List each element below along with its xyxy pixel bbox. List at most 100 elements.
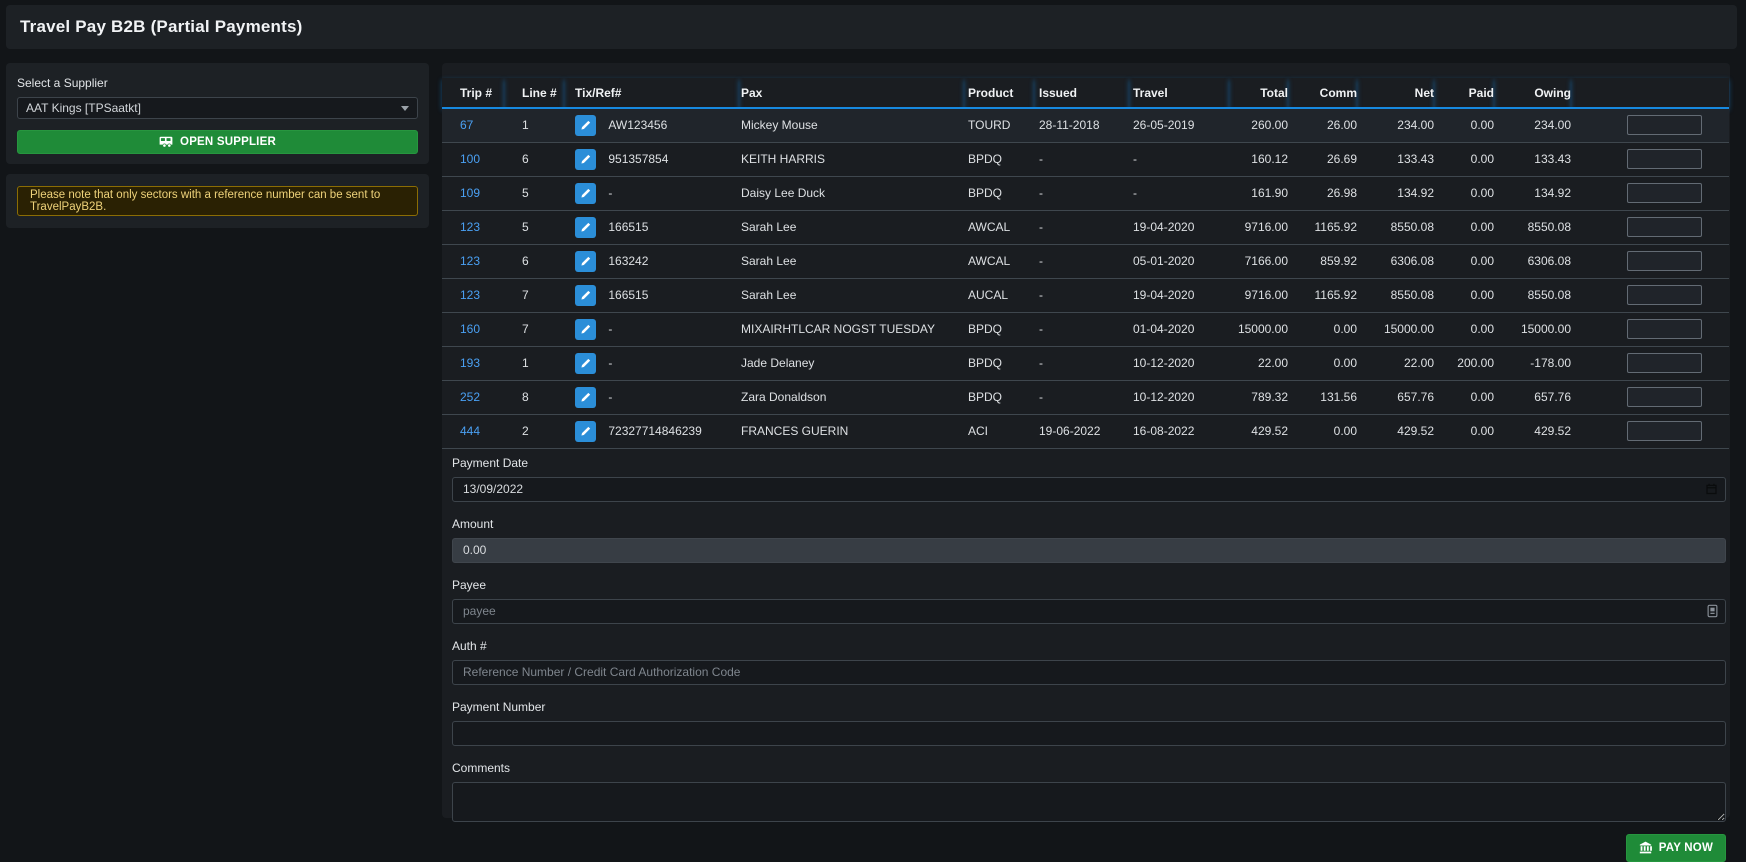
payment-number-input[interactable] <box>452 721 1726 746</box>
cell-pax: Zara Donaldson <box>739 380 964 414</box>
payment-date-input[interactable] <box>452 477 1726 502</box>
cell-total: 789.32 <box>1229 380 1288 414</box>
edit-ref-button[interactable] <box>575 285 596 306</box>
ref-number: 166515 <box>608 288 648 302</box>
cell-total: 429.52 <box>1229 414 1288 448</box>
supplier-select[interactable]: AAT Kings [TPSaatkt] <box>17 97 418 119</box>
col-header-travel: Travel <box>1129 78 1229 108</box>
cell-comm: 0.00 <box>1288 312 1357 346</box>
partial-amount-input[interactable] <box>1627 149 1702 169</box>
cell-net: 429.52 <box>1357 414 1434 448</box>
partial-amount-input[interactable] <box>1627 421 1702 441</box>
payee-input[interactable] <box>452 599 1726 624</box>
edit-ref-button[interactable] <box>575 217 596 238</box>
cell-comm: 0.00 <box>1288 414 1357 448</box>
edit-ref-button[interactable] <box>575 421 596 442</box>
partial-amount-input[interactable] <box>1627 115 1702 135</box>
edit-ref-button[interactable] <box>575 115 596 136</box>
table-row: 123 6 163242 Sarah Lee AWCAL - 05-01-202… <box>442 244 1729 278</box>
ref-number: 72327714846239 <box>608 424 701 438</box>
cell-owing: -178.00 <box>1494 346 1571 380</box>
cell-owing: 8550.08 <box>1494 278 1571 312</box>
cell-net: 657.76 <box>1357 380 1434 414</box>
trip-link[interactable]: 193 <box>460 356 480 370</box>
partial-amount-input[interactable] <box>1627 285 1702 305</box>
app-header: Travel Pay B2B (Partial Payments) <box>6 5 1737 49</box>
partial-amount-input[interactable] <box>1627 353 1702 373</box>
cell-issued: - <box>1034 176 1129 210</box>
cell-trip: 100 <box>442 142 504 176</box>
partial-amount-input[interactable] <box>1627 183 1702 203</box>
cell-tix: - <box>564 380 739 414</box>
cell-product: AUCAL <box>964 278 1034 312</box>
edit-ref-button[interactable] <box>575 149 596 170</box>
trip-link[interactable]: 109 <box>460 186 480 200</box>
partial-amount-input[interactable] <box>1627 251 1702 271</box>
pay-now-button[interactable]: PAY NOW <box>1626 834 1726 862</box>
cell-issued: - <box>1034 380 1129 414</box>
partial-amount-input[interactable] <box>1627 319 1702 339</box>
cell-tix: - <box>564 176 739 210</box>
partial-amount-input[interactable] <box>1627 217 1702 237</box>
table-row: 100 6 951357854 KEITH HARRIS BPDQ - - 16… <box>442 142 1729 176</box>
trip-link[interactable]: 444 <box>460 424 480 438</box>
table-body: 67 1 AW123456 Mickey Mouse TOURD 28-11-2… <box>442 108 1729 448</box>
calendar-icon[interactable] <box>1705 482 1718 496</box>
amount-label: Amount <box>452 517 1726 531</box>
trip-link[interactable]: 160 <box>460 322 480 336</box>
col-header-partial <box>1571 78 1729 108</box>
cell-product: BPDQ <box>964 312 1034 346</box>
edit-ref-button[interactable] <box>575 353 596 374</box>
cell-owing: 6306.08 <box>1494 244 1571 278</box>
edit-ref-button[interactable] <box>575 387 596 408</box>
cell-issued: - <box>1034 312 1129 346</box>
cell-paid: 0.00 <box>1434 380 1494 414</box>
edit-ref-button[interactable] <box>575 319 596 340</box>
trip-link[interactable]: 67 <box>460 118 473 132</box>
cell-product: ACI <box>964 414 1034 448</box>
open-supplier-button[interactable]: OPEN SUPPLIER <box>17 130 418 154</box>
cell-pax: Sarah Lee <box>739 278 964 312</box>
partial-amount-input[interactable] <box>1627 387 1702 407</box>
trip-link[interactable]: 100 <box>460 152 480 166</box>
trip-link[interactable]: 252 <box>460 390 480 404</box>
cell-owing: 234.00 <box>1494 108 1571 142</box>
warning-text: Please note that only sectors with a ref… <box>30 189 405 213</box>
cell-line: 1 <box>504 108 564 142</box>
trip-link[interactable]: 123 <box>460 288 480 302</box>
cell-line: 2 <box>504 414 564 448</box>
edit-ref-button[interactable] <box>575 183 596 204</box>
cell-paid: 0.00 <box>1434 108 1494 142</box>
trip-link[interactable]: 123 <box>460 254 480 268</box>
cell-tix: 166515 <box>564 278 739 312</box>
cell-comm: 859.92 <box>1288 244 1357 278</box>
cell-issued: - <box>1034 346 1129 380</box>
pencil-icon <box>580 222 591 233</box>
cell-issued: - <box>1034 278 1129 312</box>
trip-link[interactable]: 123 <box>460 220 480 234</box>
cell-owing: 429.52 <box>1494 414 1571 448</box>
cell-pax: Sarah Lee <box>739 244 964 278</box>
amount-input[interactable] <box>452 538 1726 563</box>
col-header-total: Total <box>1229 78 1288 108</box>
pencil-icon <box>580 358 591 369</box>
pencil-icon <box>580 426 591 437</box>
col-header-trip: Trip # <box>442 78 504 108</box>
auth-input[interactable] <box>452 660 1726 685</box>
cell-product: AWCAL <box>964 244 1034 278</box>
cell-trip: 160 <box>442 312 504 346</box>
col-header-issued: Issued <box>1034 78 1129 108</box>
comments-textarea[interactable] <box>452 782 1726 822</box>
cell-travel: 26-05-2019 <box>1129 108 1229 142</box>
note-card: Please note that only sectors with a ref… <box>6 174 429 228</box>
cell-travel: 19-04-2020 <box>1129 210 1229 244</box>
edit-ref-button[interactable] <box>575 251 596 272</box>
cell-travel: 10-12-2020 <box>1129 380 1229 414</box>
cell-tix: 951357854 <box>564 142 739 176</box>
col-header-product: Product <box>964 78 1034 108</box>
cell-net: 8550.08 <box>1357 278 1434 312</box>
ref-number: 951357854 <box>608 152 668 166</box>
supplier-card: Select a Supplier AAT Kings [TPSaatkt] O… <box>6 63 429 164</box>
table-row: 67 1 AW123456 Mickey Mouse TOURD 28-11-2… <box>442 108 1729 142</box>
sectors-table: Trip # Line # Tix/Ref# Pax Product Issue… <box>442 78 1729 449</box>
